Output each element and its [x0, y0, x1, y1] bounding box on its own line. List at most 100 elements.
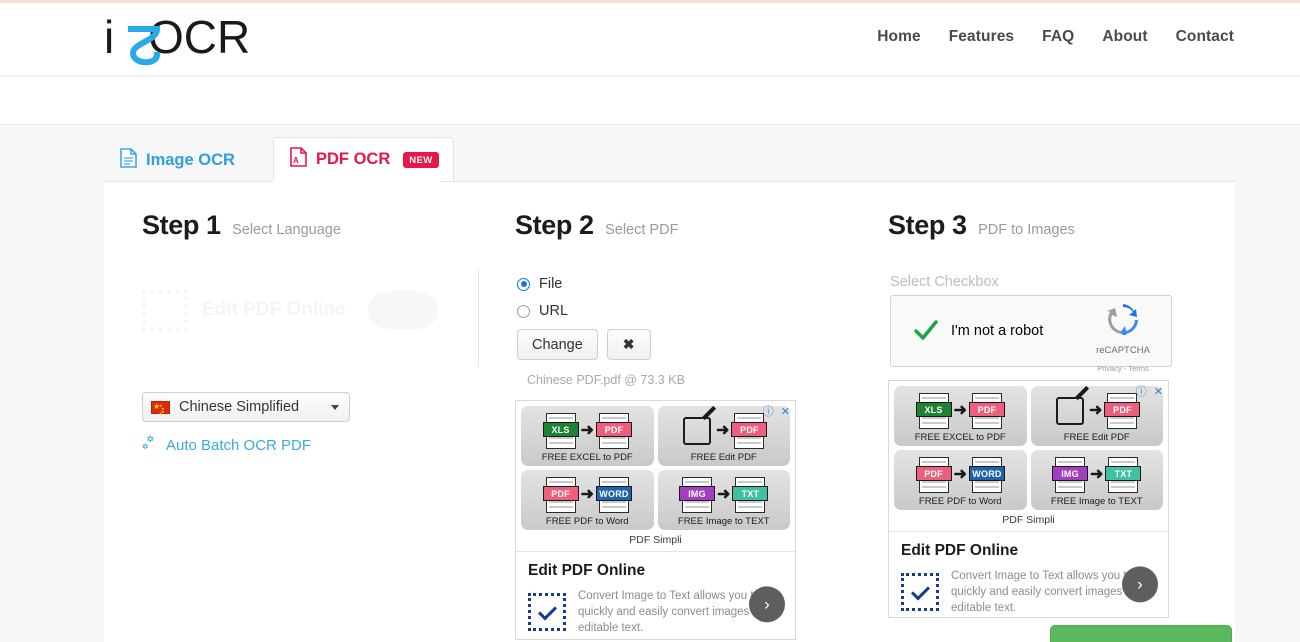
ad-tile-label: FREE EXCEL to PDF	[541, 452, 633, 463]
recaptcha-logo-icon	[1106, 304, 1140, 339]
clear-file-button[interactable]: ✖	[606, 329, 651, 360]
main-nav: Home Features FAQ About Contact	[877, 28, 1234, 46]
pdf-file-icon: PDF	[1104, 393, 1141, 429]
ad-tiles-area-step2: ⓘ ✕ XLS ➜ PDF FREE EXCEL to PDF ➜ PDF FR…	[516, 401, 795, 551]
word-file-icon: WORD	[968, 457, 1005, 493]
ghost-ad-button	[367, 291, 438, 329]
svg-text:OCR: OCR	[148, 11, 250, 63]
arrow-right-icon: ➜	[953, 402, 967, 419]
arrow-right-icon: ➜	[716, 422, 730, 439]
ad-tile-graphic: XLS ➜ PDF	[523, 411, 652, 451]
pdf-file-icon: PDF	[915, 457, 952, 493]
logo[interactable]: i OCR	[104, 11, 284, 69]
ad-tiles-area-step3: ⓘ ✕ XLS ➜ PDF FREE EXCEL to PDF ➜ PDF FR…	[889, 381, 1168, 531]
ad-headline: Edit PDF Online	[901, 542, 1019, 559]
xls-file-icon: XLS	[542, 413, 579, 449]
gears-icon	[142, 435, 159, 455]
ad-tiles-step2: XLS ➜ PDF FREE EXCEL to PDF ➜ PDF FREE E…	[521, 406, 790, 530]
step1-subtitle: Select Language	[232, 222, 341, 238]
pdf-file-icon: PDF	[542, 477, 579, 513]
submit-button[interactable]	[1050, 625, 1232, 642]
ad-tile[interactable]: PDF ➜ WORD FREE PDF to Word	[521, 470, 654, 530]
ad-block-step2[interactable]: ⓘ ✕ XLS ➜ PDF FREE EXCEL to PDF ➜ PDF FR…	[515, 400, 796, 640]
tab-image-ocr[interactable]: Image OCR	[104, 139, 251, 181]
site-header: i OCR Home Features FAQ About Contact	[0, 3, 1300, 76]
ad-brand-label: PDF Simpli	[629, 534, 682, 546]
pdf-icon: A	[290, 147, 307, 172]
step1-title: Step 1 Select Language	[142, 210, 482, 241]
ad-tile[interactable]: IMG ➜ TXT FREE Image to TEXT	[657, 470, 790, 530]
nav-item-contact[interactable]: Contact	[1176, 28, 1234, 46]
radio-url-input[interactable]	[517, 304, 530, 318]
word-file-icon: WORD	[595, 477, 632, 513]
pdf-file-icon: PDF	[968, 393, 1005, 429]
radio-option-url[interactable]: URL	[517, 303, 568, 319]
adchoices-icon[interactable]: ⓘ ✕	[763, 403, 792, 419]
adchoices-icon[interactable]: ⓘ ✕	[1136, 383, 1165, 399]
txt-file-icon: TXT	[1105, 457, 1142, 493]
step3-column: Step 3 PDF to Images Select Checkbox I'm…	[888, 182, 1188, 373]
step3-title: Step 3 PDF to Images	[888, 210, 1188, 241]
nav-item-features[interactable]: Features	[949, 28, 1014, 46]
ad-block-step3[interactable]: ⓘ ✕ XLS ➜ PDF FREE EXCEL to PDF ➜ PDF FR…	[888, 380, 1169, 618]
ad-tile-label: FREE PDF to Word	[918, 496, 1002, 507]
arrow-right-icon: ➜	[1090, 466, 1104, 483]
ad-tile-graphic: XLS ➜ PDF	[896, 391, 1025, 431]
recaptcha-brand: reCAPTCHA Privacy - Terms	[1085, 303, 1161, 376]
xls-file-icon: XLS	[915, 393, 952, 429]
step1-column: Step 1 Select Language Edit PDF Online ★…	[142, 182, 482, 454]
step3-number: Step 3	[888, 210, 967, 240]
step3-subtitle: PDF to Images	[978, 222, 1075, 238]
ad-tile-label: FREE Image to TEXT	[1050, 496, 1143, 507]
page-root: i OCR Home Features FAQ About Contact Im…	[0, 0, 1300, 642]
step2-column: Step 2 Select PDF File URL Change ✖ Chin…	[515, 182, 855, 387]
nav-item-faq[interactable]: FAQ	[1042, 28, 1074, 46]
arrow-right-icon: ➜	[580, 486, 594, 503]
change-file-button[interactable]: Change	[517, 329, 598, 360]
ghost-ad-text: Edit PDF Online	[202, 299, 346, 321]
ad-tiles-step3: XLS ➜ PDF FREE EXCEL to PDF ➜ PDF FREE E…	[894, 386, 1163, 510]
checkmark-icon	[913, 318, 939, 344]
ad-tile-label: FREE Image to TEXT	[677, 516, 770, 527]
ad-tile[interactable]: XLS ➜ PDF FREE EXCEL to PDF	[521, 406, 654, 466]
img-file-icon: IMG	[1052, 457, 1089, 493]
ad-body-step2[interactable]: Edit PDF Online Convert Image to Text al…	[516, 551, 795, 642]
recaptcha-brand-name: reCAPTCHA	[1096, 345, 1150, 356]
file-action-buttons: Change ✖	[517, 329, 651, 360]
ad-body-step3[interactable]: Edit PDF Online Convert Image to Text al…	[889, 531, 1168, 628]
ad-next-arrow-button[interactable]: ›	[1122, 566, 1158, 603]
column-divider	[478, 270, 479, 366]
svg-text:i: i	[104, 11, 114, 63]
checkbox-dotted-icon	[901, 573, 939, 612]
ad-tile-label: FREE Edit PDF	[690, 452, 757, 463]
img-file-icon: IMG	[679, 477, 716, 513]
ad-tile[interactable]: IMG ➜ TXT FREE Image to TEXT	[1030, 450, 1163, 510]
select-checkbox-label: Select Checkbox	[890, 274, 999, 290]
edit-pen-icon	[1056, 397, 1085, 425]
radio-file-input[interactable]	[517, 277, 530, 291]
recaptcha-label: I'm not a robot	[951, 323, 1044, 339]
auto-batch-ocr-label: Auto Batch OCR PDF	[166, 436, 312, 454]
svg-text:A: A	[293, 156, 299, 165]
language-select[interactable]: ★ ★ ★ ★ ★ Chinese Simplified	[142, 392, 350, 422]
step2-number: Step 2	[515, 210, 594, 240]
checkbox-dotted-icon	[528, 593, 566, 632]
ad-tile[interactable]: PDF ➜ WORD FREE PDF to Word	[894, 450, 1027, 510]
radio-option-file[interactable]: File	[517, 276, 562, 292]
tab-pdf-ocr[interactable]: A PDF OCR NEW	[273, 137, 454, 181]
ad-tile-label: FREE Edit PDF	[1063, 432, 1130, 443]
selected-file-info: Chinese PDF.pdf @ 73.3 KB	[527, 373, 685, 387]
recaptcha-widget[interactable]: I'm not a robot reCAPTCHA Privacy - Term…	[890, 295, 1172, 373]
ad-content-row: Convert Image to Text allows you to quic…	[528, 588, 783, 636]
ad-tile[interactable]: XLS ➜ PDF FREE EXCEL to PDF	[894, 386, 1027, 446]
pdf-file-icon: PDF	[731, 413, 768, 449]
auto-batch-ocr-link[interactable]: Auto Batch OCR PDF	[142, 435, 311, 455]
recaptcha-terms[interactable]: Privacy - Terms	[1097, 364, 1149, 373]
nav-item-home[interactable]: Home	[877, 28, 920, 46]
nav-item-about[interactable]: About	[1102, 28, 1147, 46]
ad-brand-label: PDF Simpli	[1002, 514, 1055, 526]
ad-next-arrow-button[interactable]: ›	[749, 586, 785, 623]
arrow-right-icon: ➜	[1089, 402, 1103, 419]
step1-number: Step 1	[142, 210, 221, 240]
radio-url-label: URL	[539, 303, 569, 319]
